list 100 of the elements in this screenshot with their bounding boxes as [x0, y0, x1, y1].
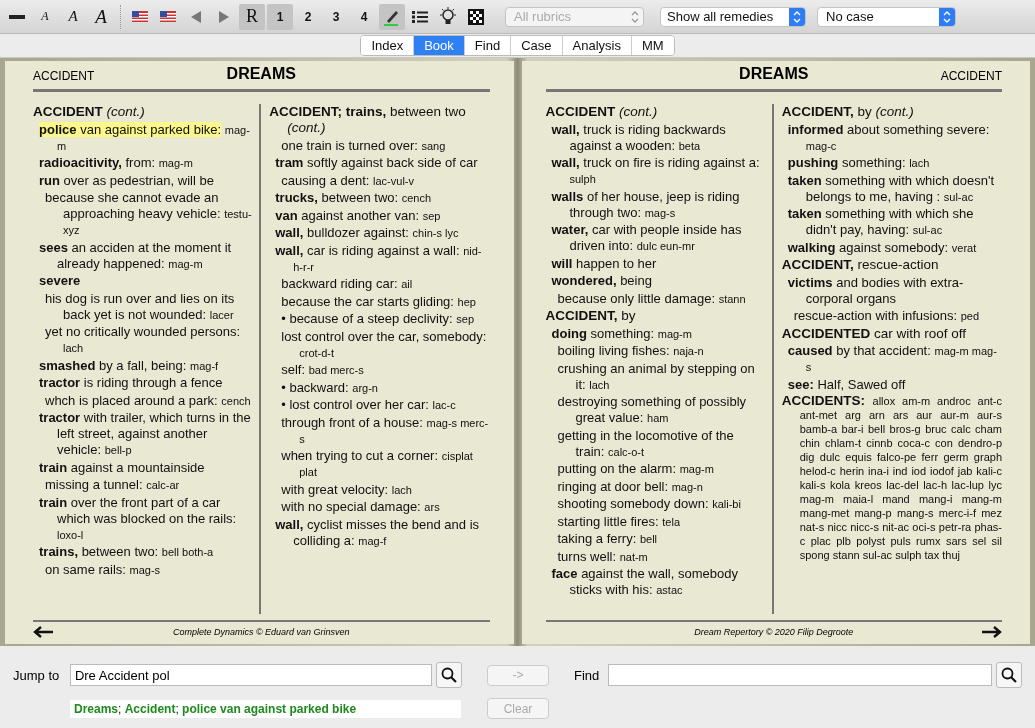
rubric-entry[interactable]: radioacitivity, from: mag-m — [33, 155, 254, 171]
rubric-entry[interactable]: on same rails: mag-s — [33, 561, 254, 578]
rubric-entry[interactable]: backward riding car: ail — [269, 276, 490, 292]
rubric-entry[interactable]: will happen to her — [545, 255, 766, 272]
rubric-entry[interactable]: • lost control over her car: lac-c — [269, 397, 490, 413]
rubric-entry[interactable]: walking against somebody: verat — [781, 239, 1002, 256]
rubric-entry[interactable]: ACCIDENT, rescue-action — [781, 257, 1002, 273]
dropdown[interactable]: Show all remedies — [660, 6, 806, 27]
forward-arrow-icon[interactable] — [982, 626, 1002, 638]
rubric-entry[interactable]: water, car with people inside has driven into: dulc eun-mr — [545, 222, 766, 254]
dropdown[interactable]: No case — [817, 6, 956, 27]
rubric-entry[interactable]: ACCIDENT (cont.) — [33, 104, 254, 120]
chevron-icon — [793, 10, 801, 23]
copyright-text: Complete Dynamics © Eduard van Grinsven — [172, 627, 350, 637]
rubric-entry[interactable]: • backward: arg-n — [269, 379, 490, 396]
rubric-entry[interactable]: severe — [33, 273, 254, 289]
rubric-entry[interactable]: train against a mountainside — [33, 459, 254, 476]
rubric-entry[interactable]: taken something with which doesn't belongs to me, having : sul-ac — [781, 172, 1002, 205]
chevron-icon — [631, 10, 639, 23]
font-size-button[interactable]: A — [60, 3, 86, 30]
chapter-title: DREAMS — [226, 65, 296, 83]
rubric-entry[interactable]: • because of a steep declivity: sep — [269, 311, 490, 327]
copyright-text: Dream Repertory © 2020 Filip Degroote — [694, 627, 854, 637]
rubric-entry[interactable]: wall, cyclist misses the bend and is colliding a: mag-f — [269, 516, 490, 549]
find-label: Find — [573, 667, 601, 683]
chevron-icon — [943, 10, 951, 23]
rubric-entry[interactable]: crushing an animal by stepping on it: lach — [545, 360, 766, 393]
rubric-entry[interactable]: van against another van: sep — [269, 207, 490, 224]
rubric-entry[interactable]: destroying something of possibly great value: ham — [545, 394, 766, 426]
rubric-entry[interactable]: wall, bulldozer against: chin-s lyc — [269, 225, 490, 241]
rubric-entry[interactable]: walls of her house, jeep is riding through two: mag-s — [545, 188, 766, 221]
rubric-entry[interactable]: caused by that accident: mag-m mag-s — [781, 343, 1002, 375]
rubric-entry[interactable]: wondered, being — [545, 273, 766, 289]
jump-label: Jump to — [13, 667, 61, 683]
rubric-entry[interactable]: boiling living fishes: naja-n — [545, 343, 766, 359]
rubric-entry[interactable]: tractor is riding through a fence — [33, 375, 254, 391]
rubric-entry[interactable]: ringing at door bell: mag-n — [545, 478, 766, 495]
rubric-entry[interactable]: ACCIDENT, by — [545, 308, 766, 324]
rubric-entry[interactable]: self: bad merc-s — [269, 362, 490, 378]
rubric-entry[interactable]: his dog is run over and lies on its back yet is not wounded: lacer — [33, 290, 254, 323]
flag-icon — [132, 11, 148, 22]
rubric-entry[interactable]: because the car starts gliding: hep — [269, 293, 490, 310]
rubric-entry[interactable]: smashed by a fall, being: mag-f — [33, 357, 254, 374]
rubric-entry[interactable]: missing a tunnel: calc-ar — [33, 477, 254, 493]
rubric-entry[interactable]: trains, between two: bell both-a — [33, 544, 254, 560]
rubric-entry[interactable]: tram softly against back side of car — [269, 155, 490, 171]
highlight-button[interactable] — [379, 3, 405, 30]
list-icon — [412, 10, 428, 23]
rubric-entry[interactable]: rescue-action with infusions: ped — [781, 308, 1002, 324]
flag-icon — [160, 11, 176, 22]
rubric-entry[interactable]: run over as pedestrian, will be — [33, 172, 254, 189]
rubric-entry[interactable]: taking a ferry: bell — [545, 531, 766, 547]
view-button[interactable]: 4 — [351, 3, 377, 30]
right-triangle-icon — [219, 10, 229, 23]
rubric-entry[interactable]: with no special damage: ars — [269, 499, 490, 515]
jump-field[interactable]: Dre Accident pol — [69, 664, 433, 686]
rubric-entry[interactable]: pushing something: lach — [781, 155, 1002, 171]
view-button[interactable]: 3 — [323, 3, 349, 30]
rubric-entry[interactable]: face against the wall, somebody sticks with his: astac — [545, 566, 766, 598]
view-button[interactable]: 1 — [267, 3, 293, 30]
rubric-entry[interactable]: trucks, between two: cench — [269, 190, 490, 206]
rubric-entry[interactable]: ACCIDENT (cont.) — [545, 104, 766, 120]
search-button[interactable] — [436, 662, 463, 688]
font-size-button[interactable]: A — [32, 3, 58, 30]
tab[interactable]: MM — [630, 36, 674, 55]
view-button[interactable]: R — [239, 3, 265, 30]
rubric-entry[interactable]: turns well: nat-m — [545, 548, 766, 565]
rubric-entry[interactable]: because only little damage: stann — [545, 290, 766, 307]
view-button[interactable]: 2 — [295, 3, 321, 30]
find-field[interactable] — [607, 664, 993, 686]
chapter-title: DREAMS — [739, 65, 809, 83]
search-button[interactable] — [996, 662, 1022, 688]
rubric-entry[interactable]: one train is turned over: sang — [269, 137, 490, 154]
rubric-entry[interactable]: ACCIDENTED car with roof off — [781, 325, 1002, 342]
font-size-button[interactable]: A — [88, 3, 114, 30]
rubric-entry[interactable]: tractor with trailer, which turns in the left street, against another vehicle: bell-p — [33, 410, 254, 458]
back-arrow-icon[interactable] — [33, 626, 53, 638]
rubric-entry[interactable]: causing a dent: lac-vul-v — [269, 172, 490, 189]
rubric-entry[interactable]: whch is placed around a park: cench — [33, 392, 254, 409]
section-title: ACCIDENT — [940, 69, 1002, 83]
rubric-entry[interactable]: ACCIDENTS: allox am-m androc ant-c ant-met arg arn ars aur aur-m aur-s bamb-a bar-i bell bros-g bruc calc cham chin chlam-t cinnb coca-c con dendro-p dig dulc equis falco-pe ferr germ graph helod-c herin ina-i ind iod iodof jab kali-c kali-s kola kreos lac-del lac-h lac-lup lyc mag-m maia-l mand mang-i mang-m mang-met mang-p mang-s merc-i-f mez nat-s nicc nicc-s nit-ac oci-s petr-ra phas-c plac plb polyst puls rumx sars sel sil spong stann sul-ac sulph tax thuj — [781, 394, 1002, 562]
rubric-entry[interactable]: starting little fires: tela — [545, 513, 766, 530]
lightbulb-icon — [439, 6, 457, 27]
rubric-entry[interactable]: see: Half, Sawed off — [781, 376, 1002, 393]
rubric-entry[interactable]: with great velocity: lach — [269, 481, 490, 498]
checkerboard-icon — [468, 8, 484, 25]
rubric-entry[interactable]: wall, truck is riding backwards against a wooden: beta — [545, 121, 766, 154]
rubric-entry[interactable]: ACCIDENT, by (cont.) — [781, 104, 1002, 120]
dash-icon — [9, 14, 25, 19]
rubric-entry[interactable]: wall, truck on fire is riding against a: sulph — [545, 155, 766, 187]
rubric-entry[interactable]: sees an acciden at the moment it already happened: mag-m — [33, 239, 254, 272]
search-icon — [1001, 667, 1018, 683]
left-triangle-icon — [191, 10, 201, 23]
rubric-entry[interactable]: putting on the alarm: mag-m — [545, 461, 766, 477]
tab[interactable]: Book — [413, 36, 464, 55]
rubric-entry[interactable]: ACCIDENT; trains, between two (cont.) — [269, 104, 490, 136]
rubric-entry[interactable]: shooting somebody down: kali-bi — [545, 496, 766, 512]
rubric-entry[interactable]: because she cannot evade an approaching heavy vehicle: testu-xyz — [33, 190, 254, 238]
search-icon — [441, 667, 458, 683]
rubric-entry[interactable]: doing something: mag-m — [545, 325, 766, 342]
